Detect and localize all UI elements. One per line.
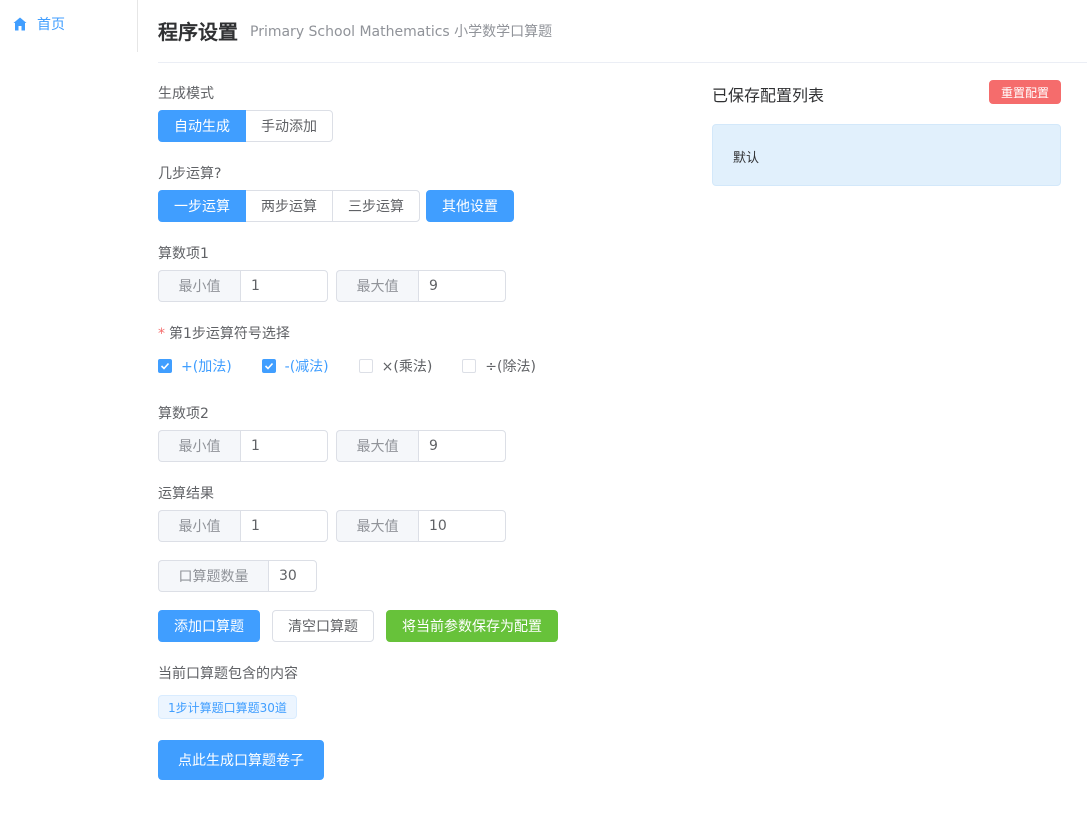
reset-config-button[interactable]: 重置配置: [989, 80, 1061, 104]
result-min: 最小值: [158, 510, 328, 542]
checkbox-add-box[interactable]: [158, 359, 172, 373]
steps-two-button[interactable]: 两步运算: [245, 190, 333, 222]
page-subtitle: Primary School Mathematics 小学数学口算题: [250, 24, 553, 40]
checkbox-divide-label: ÷(除法): [485, 359, 536, 375]
result-min-input[interactable]: [240, 510, 328, 542]
operand2-max-prepend: 最大值: [336, 430, 418, 462]
result-max: 最大值: [336, 510, 506, 542]
checkbox-add[interactable]: +(加法): [158, 356, 232, 376]
operand1-max-prepend: 最大值: [336, 270, 418, 302]
saved-config-list: 默认: [712, 124, 1061, 186]
steps-one-button[interactable]: 一步运算: [158, 190, 246, 222]
count-input[interactable]: [268, 560, 317, 592]
saved-config-item[interactable]: 默认: [733, 147, 759, 166]
check-icon: [160, 362, 170, 370]
operators-label-text: 第1步运算符号选择: [169, 326, 290, 342]
generate-paper-button[interactable]: 点此生成口算题卷子: [158, 740, 324, 780]
steps-three-button[interactable]: 三步运算: [332, 190, 420, 222]
nav-home-label: 首页: [37, 17, 65, 33]
checkbox-divide-box[interactable]: [462, 359, 477, 373]
operators-label: * 第1步运算符号选择: [158, 323, 290, 343]
operand1-min-input[interactable]: [240, 270, 328, 302]
mode-radio-group: 自动生成 手动添加: [158, 110, 333, 142]
check-icon: [264, 362, 273, 370]
operand2-min: 最小值: [158, 430, 328, 462]
operand1-min: 最小值: [158, 270, 328, 302]
home-icon: [13, 17, 27, 31]
operand1-label: 算数项1: [158, 246, 209, 262]
checkbox-subtract[interactable]: -(减法): [261, 356, 329, 376]
result-label: 运算结果: [158, 486, 214, 502]
operand2-label: 算数项2: [158, 406, 209, 422]
result-min-prepend: 最小值: [158, 510, 240, 542]
operand1-max-input[interactable]: [418, 270, 506, 302]
checkbox-subtract-label: -(减法): [284, 359, 329, 375]
operand2-max-input[interactable]: [418, 430, 506, 462]
steps-radio-group: 一步运算 两步运算 三步运算: [158, 190, 420, 222]
mode-manual-button[interactable]: 手动添加: [245, 110, 333, 142]
clear-questions-button[interactable]: 清空口算题: [272, 610, 374, 642]
count-input-group: 口算题数量: [158, 560, 317, 592]
operand2-min-input[interactable]: [240, 430, 328, 462]
add-questions-button[interactable]: 添加口算题: [158, 610, 260, 642]
operators-checkbox-group: +(加法) -(减法) ×(乘法) ÷(除法): [158, 357, 566, 375]
operand2-max: 最大值: [336, 430, 506, 462]
other-settings-button[interactable]: 其他设置: [426, 190, 514, 222]
checkbox-divide[interactable]: ÷(除法): [462, 356, 536, 376]
nav-home[interactable]: 首页: [12, 14, 65, 34]
result-max-input[interactable]: [418, 510, 506, 542]
checkbox-subtract-box[interactable]: [261, 359, 276, 373]
contents-tag: 1步计算题口算题30道: [158, 695, 297, 719]
checkbox-multiply[interactable]: ×(乘法): [358, 356, 433, 376]
checkbox-add-label: +(加法): [181, 359, 232, 375]
contents-label: 当前口算题包含的内容: [158, 666, 298, 682]
checkbox-multiply-label: ×(乘法): [381, 359, 433, 375]
mode-auto-button[interactable]: 自动生成: [158, 110, 246, 142]
save-config-button[interactable]: 将当前参数保存为配置: [386, 610, 558, 642]
mode-label: 生成模式: [158, 86, 214, 102]
count-prepend: 口算题数量: [158, 560, 268, 592]
required-asterisk: *: [158, 326, 165, 342]
operand2-min-prepend: 最小值: [158, 430, 240, 462]
operand1-max: 最大值: [336, 270, 506, 302]
result-max-prepend: 最大值: [336, 510, 418, 542]
saved-config-title: 已保存配置列表: [712, 86, 825, 105]
steps-label: 几步运算?: [158, 166, 222, 182]
page-title: 程序设置: [158, 20, 238, 44]
operand1-min-prepend: 最小值: [158, 270, 240, 302]
page-header: 程序设置 Primary School Mathematics 小学数学口算题: [158, 0, 1087, 63]
sidebar: 首页: [0, 0, 138, 52]
checkbox-multiply-box[interactable]: [358, 359, 373, 373]
